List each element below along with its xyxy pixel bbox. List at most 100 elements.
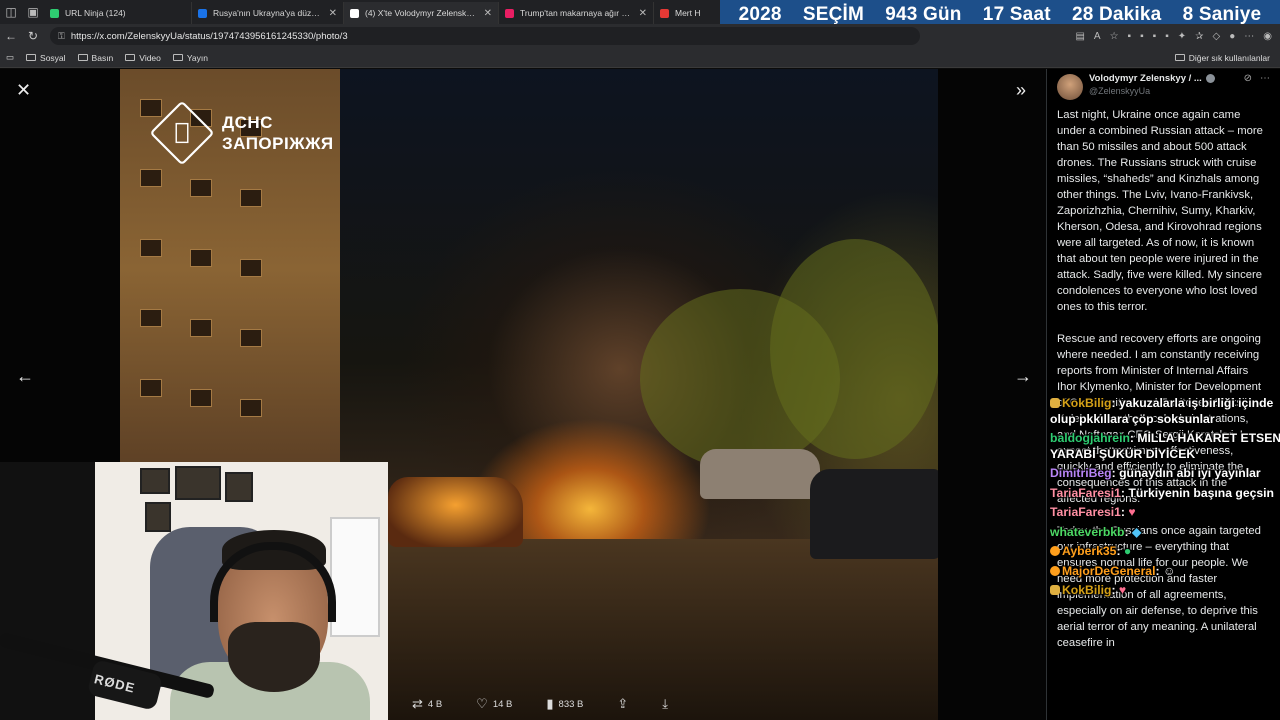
chat-message: TariaFaresi1: Türkiyenin başına geçsin	[1050, 485, 1274, 500]
profile-avatar-icon[interactable]: ●	[1229, 31, 1235, 42]
favorite-star-icon[interactable]: ☆	[1110, 31, 1119, 42]
watermark-line-2: ЗАПОРІЖЖЯ	[222, 134, 334, 153]
avatar[interactable]	[1057, 74, 1083, 100]
chat-badge-icon	[1050, 398, 1060, 408]
x-favicon-icon	[350, 8, 359, 18]
address-bar-row: ← ↻ ⚿ https://x.com/ZelenskyyUa/status/1…	[0, 24, 1280, 48]
bookmark-label: Sosyal	[40, 52, 66, 63]
share-button[interactable]: ⇪	[617, 696, 628, 712]
chat-message: whateverbkb: ◆	[1050, 524, 1142, 539]
chat-username: whateverbkb	[1050, 524, 1125, 539]
post-sidebar: Volodymyr Zelenskyy / ... @ZelenskyyUa ⊘…	[1046, 69, 1280, 720]
heart-icon: ♡	[476, 696, 488, 711]
chat-text: günaydın abi iyi yayınlar	[1119, 466, 1261, 480]
download-button[interactable]: ⤓	[662, 696, 668, 712]
refresh-icon[interactable]: ↻	[22, 29, 44, 43]
chat-username: KokBilig	[1062, 396, 1112, 410]
chat-badge-icon	[1050, 565, 1060, 576]
copilot-icon[interactable]: ◉	[1263, 31, 1272, 42]
chat-message: TariaFaresi1: ♥	[1050, 505, 1136, 519]
bookmarks-toggle-icon[interactable]: ▭	[6, 52, 14, 63]
author-handle[interactable]: @ZelenskyyUa	[1089, 86, 1244, 96]
chat-message: DimitriBeg: günaydın abi iyi yayınlar	[1050, 466, 1261, 480]
post-action-bar: ⇄ 4 B ♡ 14 B ▮ 833 B ⇪ ⤓	[390, 689, 950, 719]
extension-icon[interactable]: ▪	[1140, 31, 1144, 42]
bookmark-folder-basin[interactable]: Basın	[77, 53, 113, 63]
chat-badge-icon	[1050, 585, 1060, 595]
like-button[interactable]: ♡ 14 B	[476, 696, 512, 712]
extension-icon[interactable]: ▪	[1165, 31, 1169, 42]
chat-text: Türkiyenin başına geçsin	[1128, 485, 1274, 500]
back-icon[interactable]: ←	[0, 29, 22, 43]
chat-username: DimitriBeg	[1050, 466, 1112, 480]
menu-dots-icon[interactable]: ⋯	[1244, 31, 1254, 42]
read-aloud-icon[interactable]: A	[1094, 31, 1101, 42]
author-name[interactable]: Volodymyr Zelenskyy / ...	[1089, 73, 1202, 84]
tab-news-ukraine[interactable]: Rusya'nın Ukrayna'ya düzenledi ✕	[192, 2, 344, 24]
bookmark-folder-sosyal[interactable]: Sosyal	[26, 53, 66, 63]
workspaces-icon[interactable]: ◫	[0, 0, 22, 24]
folder-icon	[26, 54, 37, 61]
close-tab-icon[interactable]: ✕	[484, 8, 492, 19]
bookmark-folder-yayin[interactable]: Yayın	[172, 53, 208, 63]
chat-message: KokBilig: yakuzalarla iş birliği içinde …	[1050, 396, 1274, 426]
picture-frame	[175, 466, 221, 500]
extension-icon[interactable]: ▪	[1128, 31, 1132, 42]
close-icon[interactable]: ✕	[16, 81, 31, 99]
folder-icon	[125, 54, 136, 61]
tab-x-zelenskyy[interactable]: (4) X'te Volodymyr Zelenskyy / Ε ✕	[344, 2, 499, 24]
extension-icon[interactable]: ▪	[1153, 31, 1157, 42]
post-paragraph: Last night, Ukraine once again came unde…	[1057, 109, 1263, 313]
chat-message: baldogjahrein: MİLLA HAKARET ETSEN YARAB…	[1050, 431, 1280, 461]
extensions-puzzle-icon[interactable]: ✦	[1178, 31, 1186, 42]
countdown-year: 2028	[738, 4, 782, 25]
stream-chat-overlay: KokBilig: yakuzalarla iş birliği içinde …	[1050, 396, 1280, 603]
next-photo-arrow-icon[interactable]: →	[1014, 367, 1032, 385]
view-count: 833 B	[558, 698, 584, 710]
url-ninja-favicon-icon	[50, 8, 59, 18]
other-bookmarks-folder[interactable]: Diğer sık kullanılanlar	[1174, 52, 1270, 63]
tab-actions-icon[interactable]: ▣	[22, 0, 44, 24]
chat-username: TariaFaresi1	[1050, 485, 1121, 500]
tab-label: Rusya'nın Ukrayna'ya düzenledi	[213, 8, 323, 18]
bookmark-folder-video[interactable]: Video	[125, 53, 161, 63]
tab-label: (4) X'te Volodymyr Zelenskyy / Ε	[365, 8, 478, 18]
tab-trump-pasta[interactable]: Trump'tan makarnaya ağır darb ✕	[499, 2, 654, 24]
like-count: 14 B	[492, 698, 513, 710]
close-tab-icon[interactable]: ✕	[639, 8, 647, 19]
burning-car	[388, 477, 523, 547]
shield-icon[interactable]: ◇	[1213, 31, 1221, 42]
post-author: Volodymyr Zelenskyy / ... @ZelenskyyUa ⊘…	[1047, 69, 1280, 107]
favorites-icon[interactable]: ✰	[1195, 31, 1203, 42]
tab-url-ninja[interactable]: URL Ninja (124)	[44, 2, 192, 24]
close-tab-icon[interactable]: ✕	[329, 8, 337, 19]
emote-icon: ●	[1123, 544, 1132, 558]
grok-icon[interactable]: ⊘	[1244, 73, 1252, 84]
more-options-icon[interactable]: ⋯	[1260, 73, 1270, 84]
reader-mode-icon[interactable]: ▤	[1075, 31, 1084, 42]
bookmark-label: Diğer sık kullanılanlar	[1188, 52, 1270, 63]
whiteboard	[330, 517, 380, 637]
news-favicon-icon	[198, 8, 207, 18]
url-field[interactable]: ⚿ https://x.com/ZelenskyyUa/status/19747…	[50, 27, 920, 45]
bookmark-label: Video	[139, 52, 161, 63]
views-button[interactable]: ▮ 833 B	[546, 696, 583, 712]
news-favicon-icon	[505, 8, 514, 18]
chat-username: baldogjahrein	[1050, 431, 1130, 445]
emote-icon: ◆	[1131, 524, 1142, 539]
countdown-label: SEÇİM	[802, 4, 865, 25]
countdown-seconds: 8 Saniye	[1182, 4, 1262, 25]
repost-icon: ⇄	[412, 696, 423, 711]
previous-photo-arrow-icon[interactable]: ←	[16, 367, 34, 385]
folder-icon	[77, 54, 88, 61]
parked-car	[810, 469, 938, 559]
chat-username: MajorDeGeneral	[1062, 563, 1156, 578]
dsns-emblem-icon	[149, 100, 215, 166]
site-info-icon[interactable]: ⚿	[58, 31, 65, 42]
countdown-minutes: 28 Dakika	[1071, 4, 1162, 25]
video-favicon-icon	[660, 8, 669, 18]
collapse-sidebar-icon[interactable]: »	[1016, 81, 1026, 99]
chat-username: KokBilig	[1062, 583, 1112, 597]
repost-button[interactable]: ⇄ 4 B	[412, 696, 442, 712]
tree	[770, 239, 938, 459]
